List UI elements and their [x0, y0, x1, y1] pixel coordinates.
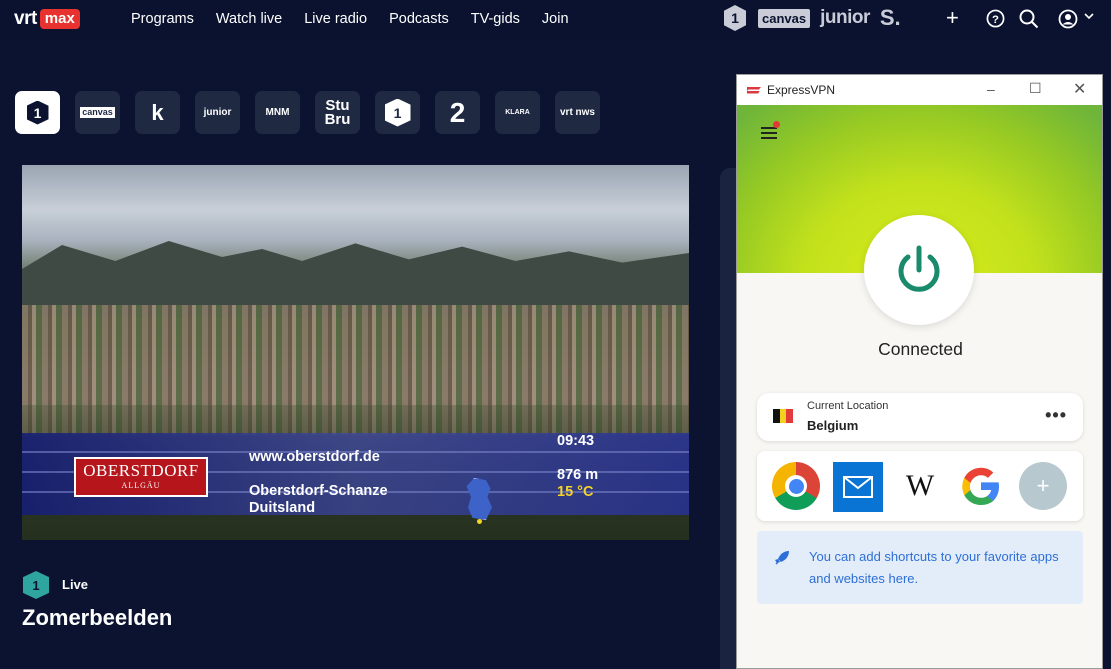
top-navigation: vrt max Programs Watch live Live radio P…	[0, 0, 1111, 40]
program-title: Zomerbeelden	[22, 605, 173, 630]
overlay-time: 09:43	[557, 433, 595, 449]
help-icon[interactable]: ?	[986, 9, 1005, 33]
connection-status: Connected	[878, 339, 963, 359]
google-shortcut-icon[interactable]	[957, 462, 1005, 510]
overlay-temperature: 15 °C	[557, 484, 594, 500]
vrt-nws-icon: vrt nws	[559, 106, 595, 118]
video-player[interactable]: OBERSTDORF ALLGÄU www.oberstdorf.de 09:4…	[22, 165, 689, 540]
nav-link-join[interactable]: Join	[542, 11, 569, 27]
overlay-location: Oberstdorf-Schanze	[249, 483, 388, 499]
canvas-icon: canvas	[80, 107, 115, 118]
nav-link-programs[interactable]: Programs	[131, 11, 194, 27]
location-picker[interactable]: Current Location Belgium •••	[757, 393, 1083, 441]
power-button[interactable]	[864, 215, 974, 325]
brand-links: 1 canvas junior S.	[724, 5, 901, 31]
plus-icon[interactable]: +	[946, 5, 959, 31]
brand-een[interactable]: 1	[724, 5, 746, 31]
vpn-titlebar: ExpressVPN – ☐ ✕	[737, 75, 1102, 105]
add-shortcut-button[interactable]: +	[1019, 462, 1067, 510]
location-label: Current Location	[807, 400, 889, 412]
klara-icon: KLARA	[505, 109, 530, 116]
channel-tile-een[interactable]: 1	[15, 91, 60, 134]
channel-tile-ketnet[interactable]: k	[135, 91, 180, 134]
logo-badge: max	[39, 9, 80, 29]
close-button[interactable]: ✕	[1073, 79, 1086, 99]
radio1-icon: 1	[384, 98, 411, 127]
power-icon	[898, 245, 940, 292]
een-channel-icon: 1	[23, 571, 49, 599]
more-options-icon[interactable]: •••	[1045, 405, 1067, 426]
mail-shortcut-icon[interactable]	[833, 462, 883, 512]
nav-link-tv-gids[interactable]: TV-gids	[471, 11, 520, 27]
menu-icon[interactable]	[761, 127, 777, 142]
user-icon[interactable]	[1058, 9, 1078, 34]
shortcuts-hint: You can add shortcuts to your favorite a…	[757, 531, 1083, 604]
chrome-shortcut-icon[interactable]	[772, 462, 820, 510]
brand-ketnet-junior[interactable]: junior	[820, 7, 870, 29]
nav-link-podcasts[interactable]: Podcasts	[389, 11, 449, 27]
stubru-icon: Stu Bru	[324, 96, 351, 128]
brand-s[interactable]: S.	[880, 5, 901, 31]
wikipedia-shortcut-icon[interactable]: W	[896, 462, 944, 510]
belgium-flag-icon	[773, 409, 794, 423]
expressvpn-window: ExpressVPN – ☐ ✕ Connected Current Locat…	[736, 74, 1103, 669]
rocket-icon	[773, 549, 791, 572]
channel-tile-stubru[interactable]: Stu Bru	[315, 91, 360, 134]
vpn-window-title: ExpressVPN	[767, 83, 836, 97]
logo-text: vrt	[14, 8, 37, 29]
channel-tile-canvas[interactable]: canvas	[75, 91, 120, 134]
radio2-icon: 2	[449, 96, 466, 128]
location-value: Belgium	[807, 418, 859, 433]
brand-canvas[interactable]: canvas	[758, 8, 811, 28]
channel-tile-klara[interactable]: KLARA	[495, 91, 540, 134]
svg-text:?: ?	[992, 14, 999, 26]
overlay-url: www.oberstdorf.de	[249, 449, 380, 465]
chevron-down-icon[interactable]	[1083, 10, 1095, 25]
search-icon[interactable]	[1019, 9, 1039, 34]
mnm-icon: MNM	[265, 106, 290, 118]
expressvpn-logo-icon	[747, 87, 761, 94]
ketnet-icon: k	[151, 99, 164, 125]
channel-tile-radio2[interactable]: 2	[435, 91, 480, 134]
notification-dot	[773, 121, 780, 128]
vrt-max-logo[interactable]: vrt max	[14, 8, 80, 30]
overlay-country: Duitsland	[249, 500, 316, 516]
oberstdorf-logo: OBERSTDORF ALLGÄU	[74, 457, 208, 497]
channel-tile-ketnet-junior[interactable]: junior	[195, 91, 240, 134]
overlay-altitude: 876 m	[557, 467, 599, 483]
shortcuts-bar: W +	[757, 451, 1083, 521]
channel-tile-vrt-nws[interactable]: vrt nws	[555, 91, 600, 134]
nav-link-live-radio[interactable]: Live radio	[304, 11, 367, 27]
een-icon: 1	[26, 100, 49, 125]
minimize-button[interactable]: –	[987, 81, 995, 97]
nav-link-watch-live[interactable]: Watch live	[216, 11, 282, 27]
channel-tile-radio1[interactable]: 1	[375, 91, 420, 134]
location-dot	[477, 519, 482, 524]
hint-text: You can add shortcuts to your favorite a…	[809, 549, 1059, 586]
nav-links: Programs Watch live Live radio Podcasts …	[131, 11, 591, 27]
live-status: Live	[62, 577, 89, 592]
channel-tile-mnm[interactable]: MNM	[255, 91, 300, 134]
maximize-button[interactable]: ☐	[1029, 80, 1042, 97]
ketnet-junior-icon: junior	[203, 106, 232, 118]
channel-selector: 1 canvas k junior MNM Stu Bru 1 2 KLARA …	[15, 91, 615, 134]
